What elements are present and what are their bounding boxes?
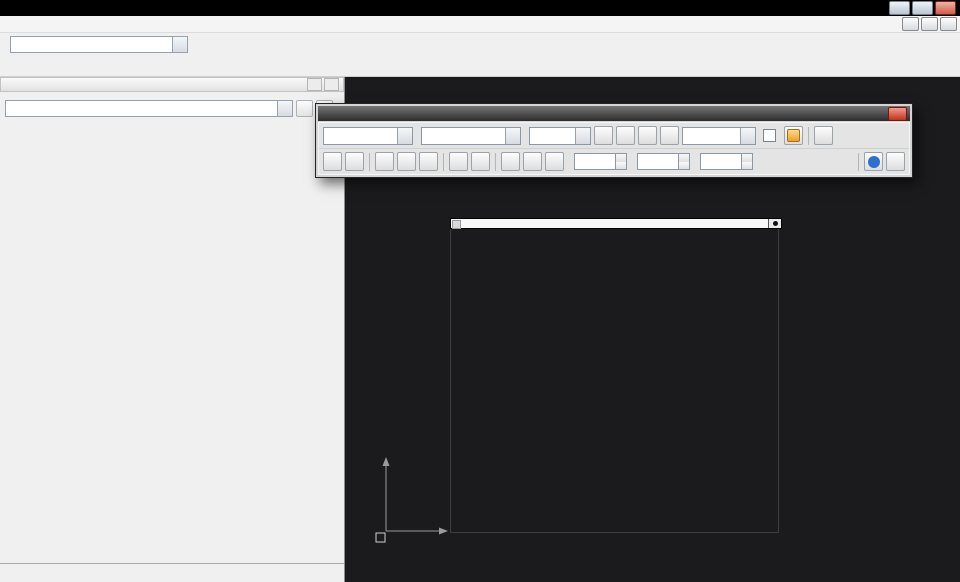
- section-title: [0, 142, 344, 147]
- doc-close-button[interactable]: [940, 17, 957, 31]
- redo-button[interactable]: [345, 152, 364, 171]
- draftsight-window: [0, 0, 960, 582]
- section-title: [0, 157, 344, 162]
- toolbar-modify: [0, 55, 960, 77]
- toolbar-top: [0, 33, 960, 55]
- panel-close-button[interactable]: [324, 78, 339, 91]
- note-formatting-dialog: [315, 103, 913, 178]
- background-mask-button[interactable]: [784, 126, 803, 145]
- ruler-checkbox[interactable]: [763, 129, 776, 142]
- oblique-angle-spinner[interactable]: [574, 153, 627, 170]
- doc-minimize-button[interactable]: [902, 17, 919, 31]
- section-printstyle: [0, 142, 344, 147]
- panel-tab-bar: [0, 563, 345, 578]
- help-button[interactable]: [864, 152, 883, 171]
- text-height-combo[interactable]: [529, 127, 591, 145]
- section-misc: [0, 172, 344, 177]
- columns-button[interactable]: [523, 152, 542, 171]
- spin-down-icon[interactable]: [742, 162, 752, 170]
- separator: [858, 153, 859, 171]
- selection-combo[interactable]: [5, 100, 293, 117]
- spin-up-icon[interactable]: [742, 154, 752, 162]
- collapse-toolbar-button[interactable]: [814, 126, 833, 145]
- section-title: [0, 172, 344, 177]
- doc-restore-button[interactable]: [921, 17, 938, 31]
- copy-button[interactable]: [397, 152, 416, 171]
- overline-button[interactable]: [660, 126, 679, 145]
- note-text-outline[interactable]: [452, 229, 582, 281]
- indent-marker[interactable]: [452, 220, 461, 229]
- tracking-spinner[interactable]: [637, 153, 690, 170]
- dialog-body: [318, 122, 910, 175]
- font-combo[interactable]: [421, 127, 521, 145]
- mask-color-icon: [787, 129, 800, 142]
- properties-panel: [0, 77, 345, 582]
- tools-row: [319, 148, 909, 174]
- chevron-down-icon[interactable]: [172, 37, 187, 52]
- spin-down-icon[interactable]: [679, 162, 689, 170]
- section-general: [0, 127, 344, 132]
- ok-button[interactable]: [886, 152, 905, 171]
- chevron-down-icon[interactable]: [277, 101, 292, 116]
- cut-button[interactable]: [375, 152, 394, 171]
- chevron-down-icon[interactable]: [505, 128, 520, 144]
- help-icon: [868, 156, 880, 168]
- maximize-button[interactable]: [912, 1, 933, 15]
- text-color-combo[interactable]: [682, 127, 756, 145]
- bullets-list-button[interactable]: [501, 152, 520, 171]
- title-bar[interactable]: [0, 0, 960, 16]
- text-ruler[interactable]: [450, 218, 782, 229]
- minimize-button[interactable]: [889, 1, 910, 15]
- chevron-down-icon[interactable]: [740, 128, 755, 144]
- chevron-down-icon[interactable]: [575, 128, 590, 144]
- underline-button[interactable]: [638, 126, 657, 145]
- sheet-tab-bar: [348, 567, 362, 581]
- separator: [443, 153, 444, 171]
- lowercase-button[interactable]: [471, 152, 490, 171]
- close-button[interactable]: [935, 1, 956, 15]
- section-view: [0, 157, 344, 162]
- selection-row: [5, 100, 340, 117]
- origin-marker: [376, 533, 385, 542]
- menu-bar: [0, 16, 960, 33]
- separator: [808, 127, 809, 145]
- layer-combo[interactable]: [10, 36, 188, 53]
- spin-down-icon[interactable]: [616, 162, 626, 170]
- dialog-close-button[interactable]: [888, 107, 907, 121]
- insert-symbol-button[interactable]: [545, 152, 564, 171]
- grip-dot-icon: [773, 221, 778, 226]
- width-factor-spinner[interactable]: [700, 153, 753, 170]
- paste-button[interactable]: [419, 152, 438, 171]
- section-title: [0, 127, 344, 132]
- italic-button[interactable]: [616, 126, 635, 145]
- spin-up-icon[interactable]: [679, 154, 689, 162]
- separator: [369, 153, 370, 171]
- text-style-combo[interactable]: [323, 127, 413, 145]
- properties-panel-header[interactable]: [0, 77, 344, 92]
- format-row: [319, 123, 909, 148]
- chevron-down-icon[interactable]: [397, 128, 412, 144]
- uppercase-button[interactable]: [449, 152, 468, 171]
- text-width-grip[interactable]: [768, 219, 781, 228]
- separator: [495, 153, 496, 171]
- dialog-title-bar[interactable]: [318, 106, 910, 121]
- bold-button[interactable]: [594, 126, 613, 145]
- undo-button[interactable]: [323, 152, 342, 171]
- select-entities-button[interactable]: [296, 100, 313, 117]
- sheet-nav-left-icon[interactable]: [348, 568, 362, 581]
- auto-hide-button[interactable]: [307, 78, 322, 91]
- ucs-icon: [370, 449, 500, 549]
- spin-up-icon[interactable]: [616, 154, 626, 162]
